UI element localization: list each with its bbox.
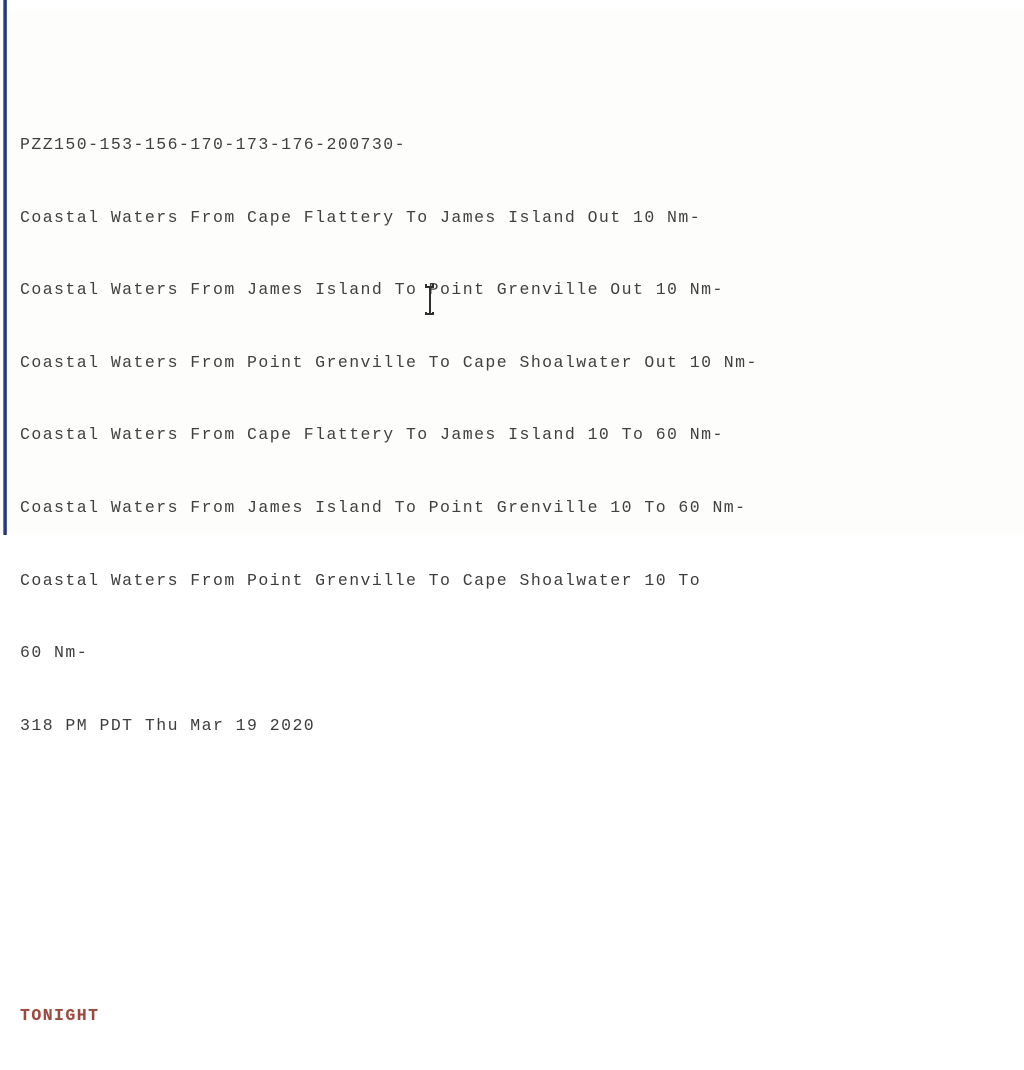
page-left-border-rule bbox=[3, 0, 7, 535]
zone-line-5: Coastal Waters From James Island To Poin… bbox=[20, 497, 747, 517]
zone-line-1: Coastal Waters From Cape Flattery To Jam… bbox=[20, 207, 702, 227]
page-top-margin bbox=[7, 0, 1024, 9]
zone-line-3: Coastal Waters From Point Grenville To C… bbox=[20, 352, 758, 372]
zone-line-4: Coastal Waters From Cape Flattery To Jam… bbox=[20, 425, 724, 445]
forecast-page: PZZ150-153-156-170-173-176-200730- Coast… bbox=[0, 0, 1024, 1025]
blank-line-1 bbox=[20, 859, 1016, 883]
forecast-text-body[interactable]: PZZ150-153-156-170-173-176-200730- Coast… bbox=[20, 12, 1016, 1025]
period-block-tonight: TONIGHT E wind to 10 kt becoming NE afte… bbox=[20, 956, 1016, 1070]
zone-line-2: Coastal Waters From James Island To Poin… bbox=[20, 280, 724, 300]
product-header-block: PZZ150-153-156-170-173-176-200730- Coast… bbox=[20, 85, 1016, 787]
period-header-tonight: TONIGHT bbox=[20, 1006, 100, 1026]
product-id-line: PZZ150-153-156-170-173-176-200730- bbox=[20, 135, 406, 155]
zone-line-7: 60 Nm- bbox=[20, 643, 89, 663]
issued-time-line: 318 PM PDT Thu Mar 19 2020 bbox=[20, 715, 316, 735]
zone-line-6: Coastal Waters From Point Grenville To C… bbox=[20, 570, 702, 590]
